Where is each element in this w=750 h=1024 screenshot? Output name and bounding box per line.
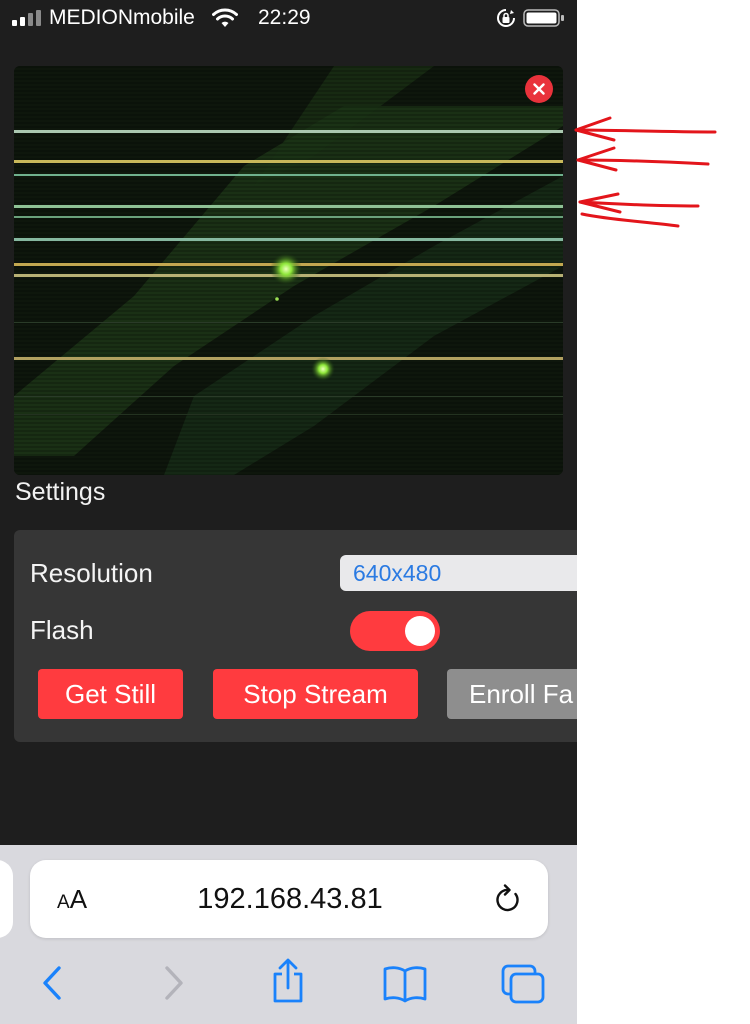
annotation-arrows <box>574 116 717 228</box>
flash-label: Flash <box>30 615 94 645</box>
enroll-face-button[interactable]: Enroll Fa <box>447 669 577 719</box>
status-bar: MEDIONmobile 22:29 <box>0 0 577 38</box>
carrier-name: MEDIONmobile <box>49 6 195 29</box>
orientation-lock-icon <box>497 9 515 27</box>
get-still-button[interactable]: Get Still <box>38 669 183 719</box>
camera-stream <box>14 66 563 475</box>
phone-screen: MEDIONmobile 22:29 Settings Resolution 6… <box>0 0 577 1024</box>
previous-tab-edge[interactable] <box>0 860 13 938</box>
close-icon <box>533 83 545 95</box>
share-icon[interactable] <box>270 958 306 1004</box>
settings-heading: Settings <box>15 478 106 506</box>
stop-stream-button[interactable]: Stop Stream <box>213 669 418 719</box>
url-text[interactable]: 192.168.43.81 <box>140 883 440 916</box>
wifi-icon <box>212 8 238 27</box>
stream-image <box>14 66 563 475</box>
tabs-icon[interactable] <box>500 963 546 1005</box>
book-icon[interactable] <box>382 965 428 1003</box>
close-stream-button[interactable] <box>525 75 553 103</box>
resolution-label: Resolution <box>30 558 153 588</box>
reload-icon[interactable] <box>493 883 523 915</box>
annotation-arrow-1 <box>574 128 717 134</box>
chevron-left-icon[interactable] <box>38 962 66 1004</box>
battery-icon <box>523 9 564 27</box>
text-size-button[interactable]: AA <box>57 884 87 915</box>
flash-toggle[interactable] <box>350 611 440 651</box>
chevron-right-icon[interactable] <box>160 962 188 1004</box>
toggle-knob <box>405 616 435 646</box>
annotation-arrow-2 <box>576 158 710 166</box>
resolution-select[interactable]: 640x480 <box>340 555 577 591</box>
status-time: 22:29 <box>258 6 311 29</box>
signal-strength-icon <box>12 10 41 26</box>
